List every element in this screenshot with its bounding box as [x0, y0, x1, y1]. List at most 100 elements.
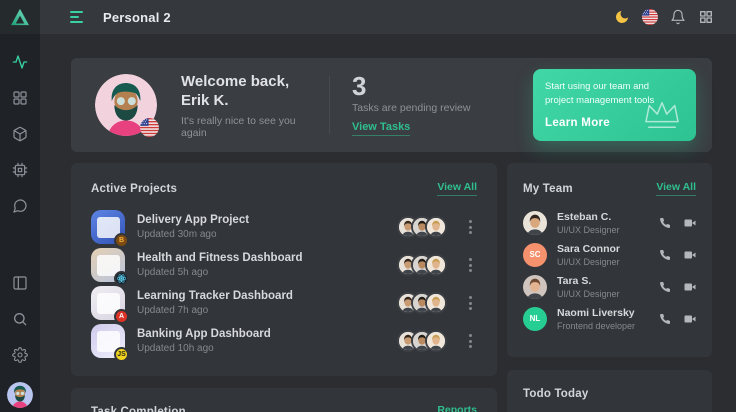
- settings-icon: [12, 347, 28, 363]
- project-name: Health and Fitness Dashboard: [137, 252, 303, 264]
- project-updated: Updated 5h ago: [137, 267, 303, 278]
- bitcoin-badge-icon: B: [114, 233, 129, 248]
- crown-icon: [639, 98, 685, 132]
- project-thumbnail: JS: [91, 324, 125, 358]
- project-menu-kebab-icon[interactable]: [463, 292, 477, 314]
- sidebar-profile-avatar[interactable]: [7, 382, 33, 408]
- greeting-block: Welcome back, Erik K. It's really nice t…: [181, 72, 319, 139]
- active-projects-card: Active Projects View All B Delivery App …: [71, 163, 497, 376]
- sidebar-item-dashboard[interactable]: [0, 80, 40, 116]
- phone-call-icon[interactable]: [659, 249, 671, 261]
- project-name: Delivery App Project: [137, 214, 249, 226]
- collaborator-avatar-group: [397, 254, 447, 276]
- sidebar-item-search[interactable]: [0, 301, 40, 337]
- collaborator-avatar-group: [397, 330, 447, 352]
- team-member-row[interactable]: Tara S. UI/UX Designer: [523, 274, 696, 299]
- collaborator-avatar: [425, 216, 447, 238]
- member-name: Sara Connor: [557, 243, 620, 255]
- user-avatar-icon: [7, 382, 33, 408]
- member-info: Esteban C. UI/UX Designer: [557, 211, 620, 235]
- project-info: Delivery App Project Updated 30m ago: [137, 214, 249, 240]
- video-call-icon[interactable]: [684, 313, 696, 325]
- phone-call-icon[interactable]: [659, 217, 671, 229]
- team-member-row[interactable]: NL Naomi Liversky Frontend developer: [523, 306, 696, 331]
- video-call-icon[interactable]: [684, 281, 696, 293]
- project-row[interactable]: A Learning Tracker Dashboard Updated 7h …: [91, 285, 477, 321]
- delta-logo-icon: [10, 8, 30, 26]
- todo-today-card: Todo Today: [507, 370, 712, 412]
- us-flag-icon[interactable]: [642, 9, 658, 25]
- task-completion-title: Task Completion: [91, 406, 186, 412]
- project-updated: Updated 10h ago: [137, 343, 271, 354]
- welcome-card: Welcome back, Erik K. It's really nice t…: [71, 58, 712, 152]
- project-row[interactable]: JS Banking App Dashboard Updated 10h ago: [91, 323, 477, 359]
- cpu-icon: [12, 162, 28, 178]
- video-call-icon[interactable]: [684, 249, 696, 261]
- member-avatar: NL: [523, 307, 547, 331]
- page-title: Personal 2: [103, 10, 171, 25]
- my-team-title: My Team: [523, 183, 573, 195]
- project-name: Banking App Dashboard: [137, 328, 271, 340]
- project-thumbnail: A: [91, 286, 125, 320]
- sidebar-item-cpu[interactable]: [0, 152, 40, 188]
- angular-badge-icon: A: [114, 309, 129, 324]
- member-name: Tara S.: [557, 275, 620, 287]
- moon-icon[interactable]: [614, 9, 630, 25]
- collaborator-avatar: [425, 254, 447, 276]
- sidebar-item-chat[interactable]: [0, 188, 40, 224]
- project-updated: Updated 30m ago: [137, 229, 249, 240]
- member-role: UI/UX Designer: [557, 289, 620, 299]
- us-flag-badge-icon: [140, 118, 159, 137]
- active-projects-title: Active Projects: [91, 183, 177, 195]
- project-name: Learning Tracker Dashboard: [137, 290, 293, 302]
- project-row[interactable]: B Delivery App Project Updated 30m ago: [91, 209, 477, 245]
- active-projects-view-all-link[interactable]: View All: [437, 181, 477, 196]
- project-info: Learning Tracker Dashboard Updated 7h ag…: [137, 290, 293, 316]
- sidebar-item-layout[interactable]: [0, 265, 40, 301]
- video-call-icon[interactable]: [684, 217, 696, 229]
- project-info: Health and Fitness Dashboard Updated 5h …: [137, 252, 303, 278]
- bell-icon[interactable]: [670, 9, 686, 25]
- team-member-row[interactable]: Esteban C. UI/UX Designer: [523, 210, 696, 235]
- sidebar-item-settings[interactable]: [0, 337, 40, 373]
- member-actions: [659, 217, 696, 229]
- member-avatar: SC: [523, 243, 547, 267]
- collaborator-avatar: [425, 330, 447, 352]
- package-icon: [12, 126, 28, 142]
- promo-card: Start using our team and project managem…: [533, 69, 696, 141]
- dashboard-icon: [12, 90, 28, 106]
- reports-link[interactable]: Reports: [437, 404, 477, 412]
- sidebar-item-package[interactable]: [0, 116, 40, 152]
- member-actions: [659, 313, 696, 325]
- member-role: UI/UX Designer: [557, 225, 620, 235]
- sidebar-item-activity[interactable]: [0, 44, 40, 80]
- apps-icon[interactable]: [698, 9, 714, 25]
- project-menu-kebab-icon[interactable]: [463, 254, 477, 276]
- collaborator-avatar-group: [397, 216, 447, 238]
- phone-call-icon[interactable]: [659, 281, 671, 293]
- todo-today-title: Todo Today: [523, 388, 588, 400]
- phone-call-icon[interactable]: [659, 313, 671, 325]
- project-menu-kebab-icon[interactable]: [463, 216, 477, 238]
- my-team-card: My Team View All Esteban C. UI/UX Design…: [507, 163, 712, 357]
- learn-more-button[interactable]: Learn More: [545, 117, 610, 129]
- member-name: Esteban C.: [557, 211, 620, 223]
- member-info: Sara Connor UI/UX Designer: [557, 243, 620, 267]
- team-member-row[interactable]: SC Sara Connor UI/UX Designer: [523, 242, 696, 267]
- javascript-badge-icon: JS: [114, 347, 129, 362]
- member-name: Naomi Liversky: [557, 307, 635, 319]
- layout-icon: [12, 275, 28, 291]
- top-header: Personal 2: [40, 0, 736, 34]
- member-actions: [659, 281, 696, 293]
- my-team-view-all-link[interactable]: View All: [656, 181, 696, 196]
- project-menu-kebab-icon[interactable]: [463, 330, 477, 352]
- greeting-line1: Welcome back,: [181, 72, 319, 91]
- sidebar-bottom-list: [0, 265, 40, 373]
- menu-toggle-icon[interactable]: [70, 8, 83, 26]
- project-list: B Delivery App Project Updated 30m ago: [91, 209, 477, 359]
- app-logo[interactable]: [0, 0, 40, 34]
- view-tasks-link[interactable]: View Tasks: [352, 121, 410, 136]
- project-row[interactable]: Health and Fitness Dashboard Updated 5h …: [91, 247, 477, 283]
- main-content: Welcome back, Erik K. It's really nice t…: [40, 34, 736, 412]
- project-thumbnail: B: [91, 210, 125, 244]
